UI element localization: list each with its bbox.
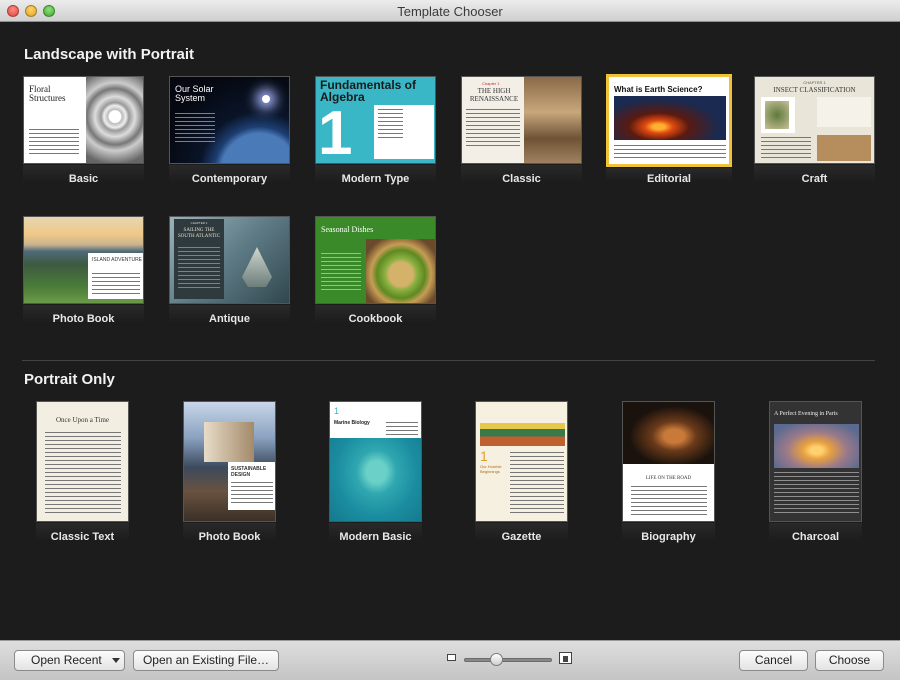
thumbnail-heading: Once Upon a Time bbox=[55, 416, 110, 424]
thumbnail-chapter: Chapter 1 bbox=[482, 81, 500, 86]
template-tile-photo-book-portrait[interactable]: SUSTAINABLE DESIGN Photo Book bbox=[183, 401, 276, 543]
thumbnail-heading: SAILING THE SOUTH ATLANTIC bbox=[177, 228, 221, 239]
template-label: Biography bbox=[641, 531, 696, 543]
thumbnail-heading: What is Earth Science? bbox=[614, 85, 703, 94]
section-title-portrait: Portrait Only bbox=[24, 371, 115, 388]
chapter-number: 1 bbox=[480, 448, 488, 464]
template-thumbnail[interactable]: Chapter 1 THE HIGH RENAISSANCE bbox=[461, 76, 582, 164]
template-thumbnail[interactable]: A Perfect Evening in Paris bbox=[769, 401, 862, 522]
template-label: Basic bbox=[68, 173, 99, 185]
thumbnail-chapter: CHAPTER 1 bbox=[190, 221, 208, 225]
template-label: Classic Text bbox=[50, 531, 115, 543]
template-label: Contemporary bbox=[191, 173, 268, 185]
section-title-landscape: Landscape with Portrait bbox=[24, 46, 195, 63]
template-tile-contemporary[interactable]: Our Solar System Contemporary bbox=[169, 76, 290, 185]
thumbnail-heading: SUSTAINABLE DESIGN bbox=[231, 466, 267, 478]
thumbnail-heading: INSECT CLASSIFICATION bbox=[773, 86, 856, 94]
zoom-slider-knob[interactable] bbox=[490, 653, 504, 666]
thumbnail-chapter: CHAPTER 1 bbox=[803, 80, 826, 85]
thumbnail-heading: LIFE ON THE ROAD bbox=[645, 476, 692, 481]
template-label: Photo Book bbox=[198, 531, 261, 543]
title-bar[interactable]: Template Chooser bbox=[0, 0, 900, 22]
food-image bbox=[366, 239, 435, 303]
template-thumbnail[interactable]: What is Earth Science? bbox=[606, 74, 732, 167]
template-tile-antique[interactable]: CHAPTER 1 SAILING THE SOUTH ATLANTIC Ant… bbox=[169, 216, 290, 325]
template-label: Cookbook bbox=[348, 313, 403, 325]
village-image bbox=[480, 408, 565, 446]
template-label: Antique bbox=[209, 313, 250, 325]
template-tile-gazette[interactable]: 1 Our Humble Beginnings Gazette bbox=[475, 401, 568, 543]
thumbnail-heading: THE HIGH RENAISSANCE bbox=[469, 87, 519, 103]
template-thumbnail[interactable]: Fundamentals of Algebra 1 bbox=[315, 76, 436, 164]
template-label: Gazette bbox=[501, 531, 542, 543]
thumbnail-heading: Marine Biology bbox=[334, 420, 370, 426]
choose-button[interactable]: Choose bbox=[815, 650, 884, 671]
chapter-number: 1 bbox=[318, 99, 353, 164]
template-tile-charcoal[interactable]: A Perfect Evening in Paris Charcoal bbox=[769, 401, 862, 543]
template-tile-basic[interactable]: Floral Structures Basic bbox=[23, 76, 144, 185]
arc-de-triomphe-image bbox=[774, 424, 859, 468]
template-label: Photo Book bbox=[52, 313, 115, 325]
thumbnail-heading: ISLAND ADVENTURE bbox=[92, 257, 143, 263]
bottom-toolbar: Open Recent Open an Existing File… Cance… bbox=[0, 640, 900, 680]
small-thumbnail-icon[interactable] bbox=[447, 654, 456, 661]
template-thumbnail[interactable]: CHAPTER 1 SAILING THE SOUTH ATLANTIC bbox=[169, 216, 290, 304]
template-label: Modern Basic bbox=[339, 531, 412, 543]
open-recent-label: Open Recent bbox=[31, 653, 102, 667]
guitar-image bbox=[623, 402, 714, 464]
chapter-number: 1 bbox=[334, 406, 340, 416]
template-thumbnail[interactable]: LIFE ON THE ROAD bbox=[622, 401, 715, 522]
template-tile-classic[interactable]: Chapter 1 THE HIGH RENAISSANCE Classic bbox=[461, 76, 582, 185]
template-thumbnail[interactable]: Floral Structures bbox=[23, 76, 144, 164]
thumbnail-heading: Our Humble Beginnings bbox=[480, 464, 502, 474]
cancel-button[interactable]: Cancel bbox=[739, 650, 808, 671]
template-label: Classic bbox=[502, 173, 541, 185]
template-tile-cookbook[interactable]: Seasonal Dishes Cookbook bbox=[315, 216, 436, 325]
template-label: Modern Type bbox=[341, 173, 410, 185]
template-thumbnail[interactable]: SUSTAINABLE DESIGN bbox=[183, 401, 276, 522]
template-thumbnail[interactable]: Our Solar System bbox=[169, 76, 290, 164]
template-tile-photo-book[interactable]: ISLAND ADVENTURE Photo Book bbox=[23, 216, 144, 325]
thumbnail-heading: Our Solar System bbox=[175, 84, 214, 103]
template-label: Craft bbox=[801, 173, 828, 185]
template-tile-classic-text[interactable]: Once Upon a Time Classic Text bbox=[36, 401, 129, 543]
thumbnail-heading: A Perfect Evening in Paris bbox=[774, 411, 838, 417]
section-divider bbox=[22, 360, 875, 361]
template-tile-editorial[interactable]: What is Earth Science? Editorial bbox=[606, 74, 732, 185]
large-thumbnail-icon[interactable] bbox=[559, 652, 572, 664]
template-tile-craft[interactable]: CHAPTER 1 INSECT CLASSIFICATION Craft bbox=[754, 76, 875, 185]
template-label: Editorial bbox=[646, 173, 691, 185]
flower-image bbox=[86, 77, 143, 163]
template-tile-biography[interactable]: LIFE ON THE ROAD Biography bbox=[622, 401, 715, 543]
window-title: Template Chooser bbox=[397, 4, 503, 19]
open-existing-file-button[interactable]: Open an Existing File… bbox=[133, 650, 279, 671]
template-thumbnail[interactable]: Seasonal Dishes bbox=[315, 216, 436, 304]
zoom-slider[interactable] bbox=[464, 658, 552, 662]
template-thumbnail[interactable]: ISLAND ADVENTURE bbox=[23, 216, 144, 304]
template-gallery: Landscape with Portrait Floral Structure… bbox=[0, 22, 900, 640]
volcano-image bbox=[614, 96, 726, 140]
template-thumbnail[interactable]: Once Upon a Time bbox=[36, 401, 129, 522]
fresco-image bbox=[524, 77, 581, 163]
template-thumbnail[interactable]: 1 Marine Biology bbox=[329, 401, 422, 522]
template-thumbnail[interactable]: 1 Our Humble Beginnings bbox=[475, 401, 568, 522]
turtle-image bbox=[330, 438, 421, 521]
chevron-down-icon bbox=[112, 658, 120, 663]
template-tile-modern-type[interactable]: Fundamentals of Algebra 1 Modern Type bbox=[315, 76, 436, 185]
template-label: Charcoal bbox=[791, 531, 840, 543]
template-thumbnail[interactable]: CHAPTER 1 INSECT CLASSIFICATION bbox=[754, 76, 875, 164]
template-tile-modern-basic[interactable]: 1 Marine Biology Modern Basic bbox=[329, 401, 422, 543]
open-recent-button[interactable]: Open Recent bbox=[14, 650, 125, 671]
thumbnail-heading: Seasonal Dishes bbox=[321, 225, 374, 234]
thumbnail-heading: Floral Structures bbox=[29, 84, 66, 103]
